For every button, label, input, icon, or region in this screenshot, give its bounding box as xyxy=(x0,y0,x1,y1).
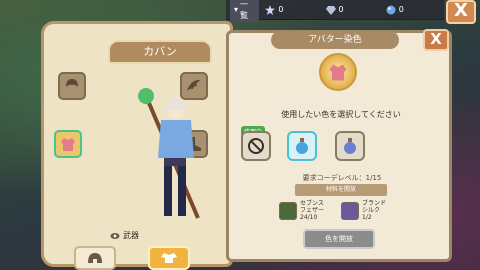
weapon-slot-label: 武器 xyxy=(110,230,139,241)
bag-tab-label: カバン xyxy=(143,45,177,58)
material-name: セブンス xyxy=(300,200,324,207)
color-option-purple[interactable] xyxy=(335,131,365,161)
chevron-down-icon: ▾ xyxy=(234,5,239,14)
gem-icon xyxy=(325,5,336,15)
outfit-icon xyxy=(161,253,177,263)
resource-star: 0 xyxy=(265,4,319,15)
eye-icon xyxy=(110,232,120,239)
top-slot[interactable] xyxy=(54,130,82,158)
close-icon: X xyxy=(454,0,468,21)
dye-title: アバター染色 xyxy=(271,31,399,49)
blue-potion-icon xyxy=(296,138,308,154)
silk-icon xyxy=(341,201,359,220)
hair-icon xyxy=(66,79,78,87)
color-option-none[interactable] xyxy=(241,131,271,161)
material-name: シルク xyxy=(362,207,381,214)
helmet-icon xyxy=(88,253,102,263)
star-count: 0 xyxy=(278,5,284,14)
material-item: ブランド シルク 1/2 xyxy=(341,200,386,221)
orb-icon xyxy=(386,5,396,14)
materials-label: 材料を開放 xyxy=(295,184,387,196)
material-item: セブンス フェザー 24/10 xyxy=(279,200,324,221)
dye-instruction: 使用したい色を選択してください xyxy=(281,110,401,119)
list-label: 一覧 xyxy=(240,0,249,20)
material-name: フェザー xyxy=(300,207,325,214)
resource-orb: 0 xyxy=(386,5,440,15)
orb-count: 0 xyxy=(398,5,404,14)
required-level: 要求コーデレベル：1/15 xyxy=(302,174,382,182)
star-icon xyxy=(265,4,276,15)
main-close-button[interactable]: X xyxy=(446,0,476,24)
material-count: 1/2 xyxy=(362,214,372,221)
list-button[interactable]: ▾ 一覧 xyxy=(230,0,260,22)
resource-bar: ▾ 一覧 0 0 0 xyxy=(226,0,444,22)
outfit-toggle-button[interactable] xyxy=(148,246,190,270)
dye-preview xyxy=(319,53,357,91)
avatar-character xyxy=(138,88,200,219)
dye-close-button[interactable]: X xyxy=(423,29,449,51)
purple-potion-icon xyxy=(344,138,356,154)
weapon-label: 武器 xyxy=(123,231,139,240)
helmet-toggle-button[interactable] xyxy=(74,246,116,270)
head-slot[interactable] xyxy=(58,72,86,100)
bag-panel: カバン 武器 xyxy=(44,24,230,270)
feather-icon xyxy=(279,201,297,220)
sweater-icon xyxy=(329,64,347,81)
material-name: ブランド xyxy=(362,200,387,207)
close-icon: X xyxy=(430,30,442,48)
color-option-blue[interactable] xyxy=(287,131,317,161)
sweater-icon xyxy=(61,138,75,151)
dye-panel: アバター染色 X 使用したい色を選択してください 使用中 要求コーデレベル：1/… xyxy=(226,29,452,262)
unlock-color-button[interactable]: 色を開放 xyxy=(303,229,375,249)
gem-count: 0 xyxy=(338,5,344,14)
material-count: 24/10 xyxy=(300,214,318,221)
resource-gem: 0 xyxy=(325,5,380,15)
bag-tab[interactable]: カバン xyxy=(108,40,212,64)
no-color-icon xyxy=(248,138,264,154)
